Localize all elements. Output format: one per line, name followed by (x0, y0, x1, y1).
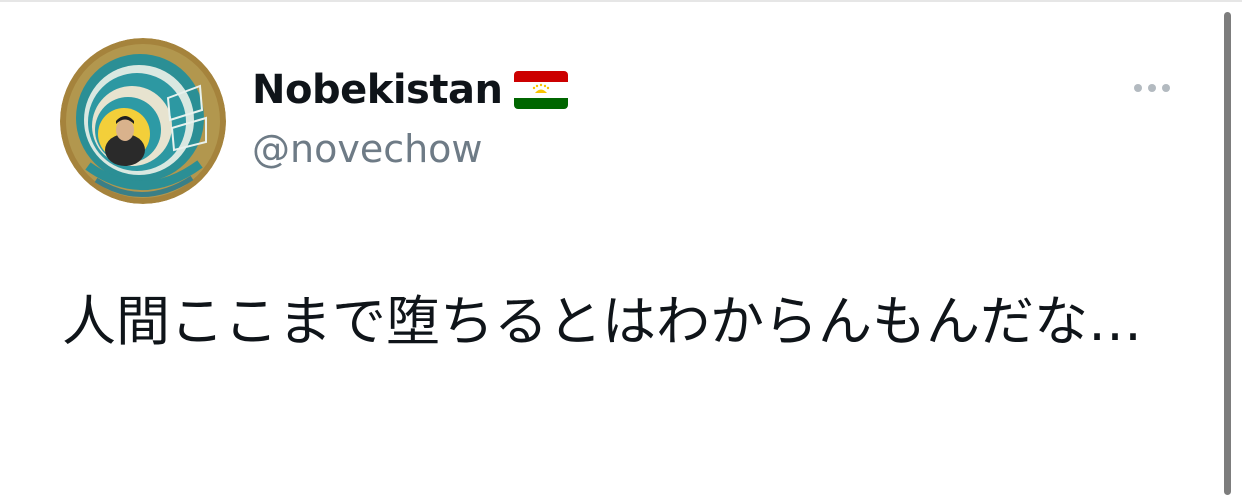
profile-avatar-icon[interactable] (60, 38, 226, 204)
tajikistan-flag-icon (514, 71, 568, 109)
more-options-icon[interactable] (1128, 76, 1184, 100)
display-name[interactable]: Nobekistan (252, 64, 503, 116)
user-handle[interactable]: @novechow (252, 124, 483, 174)
top-divider (0, 0, 1242, 2)
tweet-text: 人間ここまで堕ちるとはわからんもんだな… (62, 290, 1142, 353)
scrollbar[interactable] (1224, 12, 1231, 495)
